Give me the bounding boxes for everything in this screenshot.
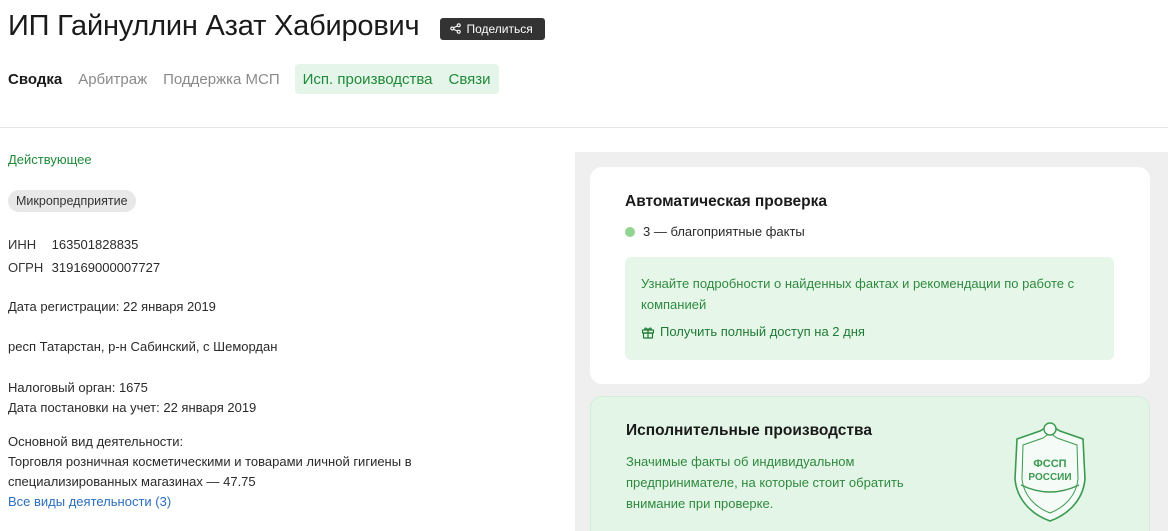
activity-label: Основной вид деятельности: [8, 434, 184, 449]
company-size-badge: Микропредприятие [8, 190, 136, 212]
enforcement-description: Значимые факты об индивидуальном предпри… [626, 454, 904, 511]
tab-sme-support[interactable]: Поддержка МСП [163, 71, 280, 88]
share-icon [450, 23, 462, 34]
tab-arbitration[interactable]: Арбитраж [78, 71, 147, 88]
favorable-dot-icon [625, 226, 635, 237]
ogrn-row: ОГРН 319169000007727 [8, 256, 568, 279]
registration-date: Дата регистрации: 22 января 2019 [8, 299, 216, 314]
promo-box: Узнайте подробности о найденных фактах и… [625, 257, 1114, 360]
enforcement-card[interactable]: Исполнительные производства Значимые фак… [590, 396, 1150, 531]
title-row: ИП Гайнуллин Азат Хабирович Поделиться [8, 10, 545, 43]
main-activity: Основной вид деятельности: Торговля розн… [8, 432, 568, 512]
emblem-line-2: РОССИИ [1028, 472, 1071, 483]
page-title: ИП Гайнуллин Азат Хабирович [8, 10, 420, 42]
inn-label: ИНН [8, 237, 37, 252]
full-access-label: Получить полный доступ на 2 дня [660, 324, 865, 339]
ogrn-label: ОГРН [8, 260, 44, 275]
inn-value: 163501828835 [51, 237, 139, 252]
summary-panel: Действующее Микропредприятие ИНН 1635018… [8, 152, 568, 512]
activity-line-1: Торговля розничная косметическими и това… [8, 454, 412, 469]
status-label: Действующее [8, 152, 92, 167]
share-button-label: Поделиться [466, 21, 533, 36]
promo-text: Узнайте подробности о найденных фактах и… [641, 276, 1075, 312]
company-header: ИП Гайнуллин Азат Хабирович Поделиться С… [0, 0, 1168, 128]
all-activities-link[interactable]: Все виды деятельности (3) [8, 492, 568, 512]
tax-registration-date: Дата постановки на учет: 22 января 2019 [8, 400, 257, 415]
auto-check-card: Автоматическая проверка 3 — благоприятны… [590, 167, 1150, 384]
tax-office: Налоговый орган: 1675 [8, 380, 148, 395]
tab-group-highlighted: Исп. производства Связи [294, 64, 499, 94]
identifiers: ИНН 163501828835 ОГРН 319169000007727 [8, 233, 568, 279]
inn-row: ИНН 163501828835 [8, 233, 568, 256]
auto-check-title: Автоматическая проверка [625, 193, 828, 210]
tab-summary[interactable]: Сводка [8, 71, 62, 88]
facts-text: 3 — благоприятные факты [643, 224, 805, 239]
address: респ Татарстан, р-н Сабинский, с Шеморда… [8, 339, 278, 354]
emblem-line-1: ФССП [1033, 458, 1066, 470]
activity-line-2: специализированных магазинах — 47.75 [8, 474, 256, 489]
facts-summary: 3 — благоприятные факты [625, 224, 805, 239]
fssp-emblem-icon: ФССП РОССИИ [1014, 422, 1086, 522]
tab-enforcement[interactable]: Исп. производства [303, 71, 433, 88]
gift-icon [641, 326, 655, 339]
tab-connections[interactable]: Связи [449, 71, 491, 88]
enforcement-title: Исполнительные производства [626, 422, 872, 439]
tabs: Сводка Арбитраж Поддержка МСП Исп. произ… [8, 64, 499, 94]
share-button[interactable]: Поделиться [440, 17, 545, 40]
full-access-link[interactable]: Получить полный доступ на 2 дня [641, 324, 1098, 339]
ogrn-value: 319169000007727 [51, 260, 161, 275]
tax-info: Налоговый орган: 1675 Дата постановки на… [8, 378, 568, 418]
